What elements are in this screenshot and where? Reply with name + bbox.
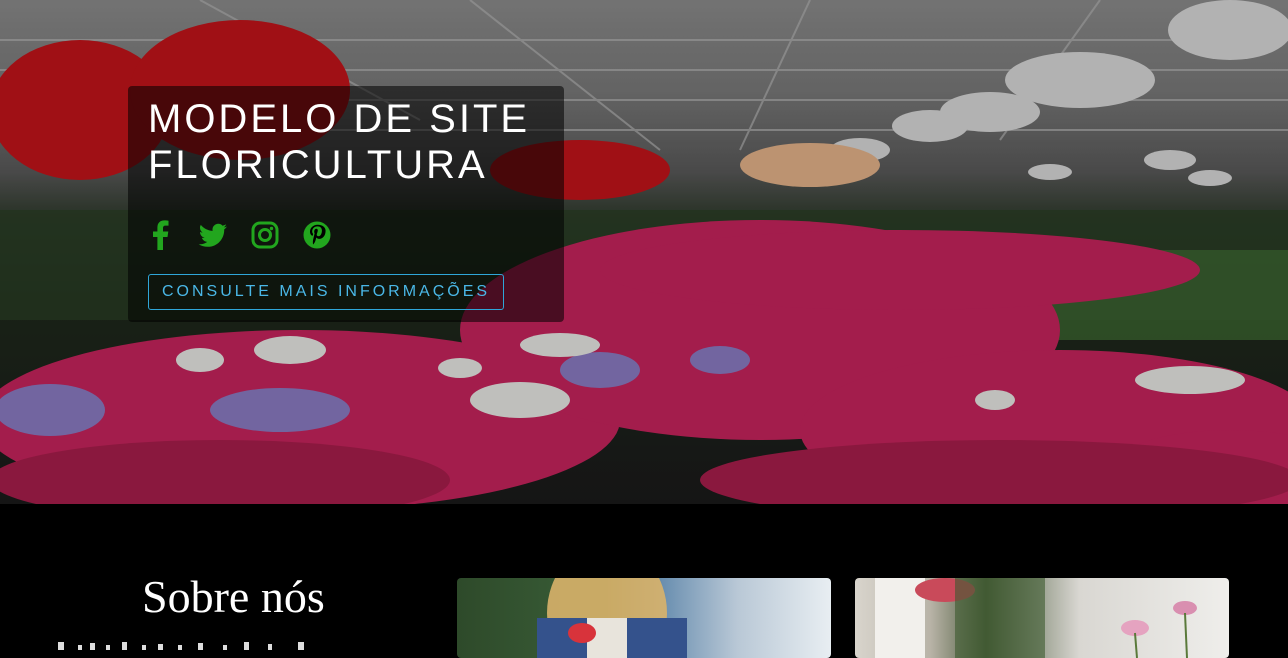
florist-photo-card: [457, 578, 831, 658]
hero-title: MODELO DE SITE FLORICULTURA: [148, 97, 531, 187]
hero-section: MODELO DE SITE FLORICULTURA CONSULTE MAI…: [0, 0, 1288, 504]
facebook-icon[interactable]: [146, 218, 176, 252]
social-links: [146, 218, 332, 252]
about-title: Sobre nós: [142, 571, 325, 622]
pinterest-icon[interactable]: [302, 218, 332, 252]
about-text-partial: [58, 642, 304, 650]
twitter-icon[interactable]: [198, 218, 228, 252]
more-info-button[interactable]: CONSULTE MAIS INFORMAÇÕES: [148, 274, 505, 310]
flower-shop-photo-card: [855, 578, 1229, 658]
instagram-icon[interactable]: [250, 218, 280, 252]
